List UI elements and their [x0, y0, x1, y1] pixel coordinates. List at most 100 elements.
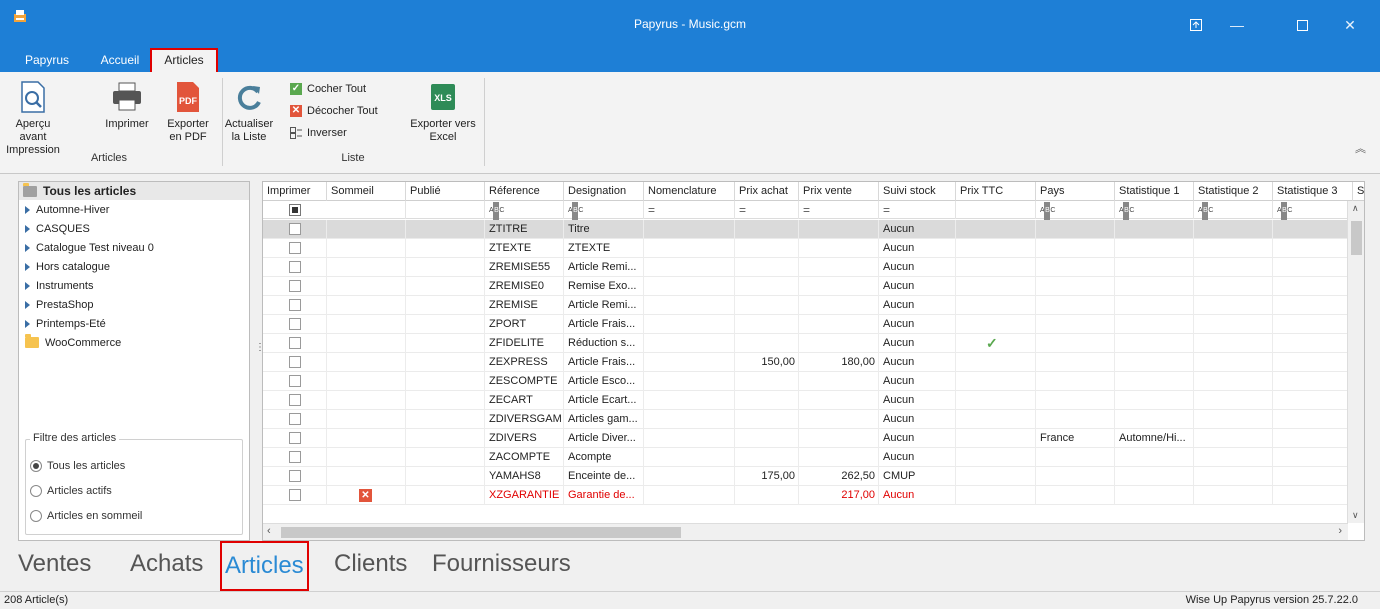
filter-cell[interactable]: =: [799, 201, 879, 219]
radio-sommeil[interactable]: Articles en sommeil: [30, 510, 142, 522]
column-header[interactable]: Statistique 2: [1194, 182, 1273, 201]
radio-actifs[interactable]: Articles actifs: [30, 485, 112, 497]
column-header[interactable]: Imprimer: [263, 182, 327, 201]
menu-accueil[interactable]: Accueil: [95, 48, 145, 72]
radio-button[interactable]: [30, 485, 42, 497]
expand-arrow-icon[interactable]: [25, 205, 30, 214]
close-button[interactable]: ✕: [1340, 16, 1360, 34]
ribbon-display-icon[interactable]: [1186, 16, 1206, 34]
column-header[interactable]: Suivi stock: [879, 182, 956, 201]
filter-cell[interactable]: [406, 201, 485, 219]
table-row[interactable]: ZPORT Article Frais... Aucun: [263, 315, 1353, 334]
table-row[interactable]: ✕ XZGARANTIE Garantie de... 217,00 Aucun: [263, 486, 1353, 505]
column-header[interactable]: Sommeil: [327, 182, 406, 201]
cocher-tout-button[interactable]: ✓ Cocher Tout: [290, 80, 366, 98]
row-checkbox[interactable]: [289, 223, 301, 235]
row-checkbox[interactable]: [289, 394, 301, 406]
expand-arrow-icon[interactable]: [25, 224, 30, 233]
exporter-excel-button[interactable]: XLS Exporter vers Excel: [410, 80, 476, 144]
apercu-button[interactable]: Aperçu avant Impression: [4, 80, 62, 157]
table-row[interactable]: ZEXPRESS Article Frais... 150,00 180,00 Aucu…: [263, 353, 1353, 372]
table-row[interactable]: ZECART Article Ecart... Aucun: [263, 391, 1353, 410]
exporter-pdf-button[interactable]: PDF Exporter en PDF: [164, 80, 212, 144]
tree-item[interactable]: WooCommerce: [19, 333, 249, 352]
scroll-up-icon[interactable]: ∧: [1352, 203, 1359, 214]
scroll-thumb[interactable]: [1351, 221, 1362, 255]
filter-cell[interactable]: ABC: [1036, 201, 1115, 220]
table-row[interactable]: ZTEXTE ZTEXTE Aucun: [263, 239, 1353, 258]
menu-papyrus[interactable]: Papyrus: [20, 48, 74, 72]
table-row[interactable]: ZREMISE Article Remi... Aucun: [263, 296, 1353, 315]
table-row[interactable]: ZREMISE0 Remise Exo... Aucun: [263, 277, 1353, 296]
column-header[interactable]: Statistique 1: [1115, 182, 1194, 201]
radio-tous[interactable]: Tous les articles: [30, 460, 125, 472]
tree-item[interactable]: CASQUES: [19, 219, 249, 238]
row-checkbox[interactable]: [289, 261, 301, 273]
column-header[interactable]: Nomenclature: [644, 182, 735, 201]
tree-item[interactable]: PrestaShop: [19, 295, 249, 314]
nav-articles[interactable]: Articles: [220, 541, 309, 591]
row-checkbox[interactable]: [289, 299, 301, 311]
column-header[interactable]: Prix achat: [735, 182, 799, 201]
splitter-handle[interactable]: ⋮: [255, 343, 265, 365]
select-all-checkbox[interactable]: [289, 204, 301, 216]
tree-item[interactable]: Catalogue Test niveau 0: [19, 238, 249, 257]
row-checkbox[interactable]: [289, 242, 301, 254]
column-header[interactable]: Statistique 3: [1273, 182, 1353, 201]
filter-cell[interactable]: ABC: [564, 201, 644, 220]
column-header[interactable]: Designation: [564, 182, 644, 201]
row-checkbox[interactable]: [289, 375, 301, 387]
filter-cell[interactable]: =: [735, 201, 799, 219]
nav-clients[interactable]: Clients: [334, 550, 407, 578]
row-checkbox[interactable]: [289, 470, 301, 482]
filter-cell[interactable]: ABC: [1115, 201, 1194, 220]
expand-arrow-icon[interactable]: [25, 281, 30, 290]
actualiser-button[interactable]: Actualiser la Liste: [224, 80, 274, 144]
table-row[interactable]: YAMAHS8 Enceinte de... 175,00 262,50 CMUP: [263, 467, 1353, 486]
row-checkbox[interactable]: [289, 280, 301, 292]
column-header[interactable]: Publié: [406, 182, 485, 201]
expand-arrow-icon[interactable]: [25, 262, 30, 271]
column-header[interactable]: Prix TTC: [956, 182, 1036, 201]
filter-cell[interactable]: ABC: [1194, 201, 1273, 220]
table-row[interactable]: ZFIDELITE Réduction s... Aucun ✓: [263, 334, 1353, 353]
nav-achats[interactable]: Achats: [130, 550, 203, 578]
nav-ventes[interactable]: Ventes: [18, 550, 91, 578]
vertical-scrollbar[interactable]: ∧ ∨: [1347, 201, 1364, 523]
nav-fournisseurs[interactable]: Fournisseurs: [432, 550, 571, 578]
table-row[interactable]: ZACOMPTE Acompte Aucun: [263, 448, 1353, 467]
row-checkbox[interactable]: [289, 432, 301, 444]
column-header[interactable]: Réference: [485, 182, 564, 201]
scroll-left-icon[interactable]: ‹: [267, 525, 271, 537]
maximize-button[interactable]: [1292, 16, 1312, 34]
menu-articles[interactable]: Articles: [150, 48, 218, 72]
inverser-button[interactable]: Inverser: [290, 124, 347, 142]
tree-item[interactable]: Hors catalogue: [19, 257, 249, 276]
expand-arrow-icon[interactable]: [25, 300, 30, 309]
tree-item[interactable]: Instruments: [19, 276, 249, 295]
row-checkbox[interactable]: [289, 413, 301, 425]
scroll-right-icon[interactable]: ›: [1338, 525, 1342, 537]
table-row[interactable]: ZTITRE Titre Aucun: [263, 220, 1353, 239]
radio-button[interactable]: [30, 460, 42, 472]
column-header[interactable]: S: [1353, 182, 1364, 201]
scroll-thumb[interactable]: [281, 527, 681, 538]
row-checkbox[interactable]: [289, 318, 301, 330]
table-row[interactable]: ZREMISE55 Article Remi... Aucun: [263, 258, 1353, 277]
expand-arrow-icon[interactable]: [25, 319, 30, 328]
row-checkbox[interactable]: [289, 337, 301, 349]
expand-arrow-icon[interactable]: [25, 243, 30, 252]
tree-item[interactable]: Printemps-Eté: [19, 314, 249, 333]
radio-button[interactable]: [30, 510, 42, 522]
collapse-ribbon-icon[interactable]: ︽: [1355, 140, 1366, 156]
table-row[interactable]: ZESCOMPTE Article Esco... Aucun: [263, 372, 1353, 391]
decocher-tout-button[interactable]: ✕ Décocher Tout: [290, 102, 378, 120]
row-checkbox[interactable]: [289, 489, 301, 501]
tree-item[interactable]: Automne-Hiver: [19, 200, 249, 219]
horizontal-scrollbar[interactable]: ‹ ›: [263, 523, 1348, 540]
filter-cell[interactable]: =: [879, 201, 956, 219]
filter-cell[interactable]: =: [644, 201, 735, 219]
imprimer-button[interactable]: Imprimer: [102, 80, 152, 131]
scroll-down-icon[interactable]: ∨: [1352, 510, 1359, 521]
column-header[interactable]: Prix vente: [799, 182, 879, 201]
